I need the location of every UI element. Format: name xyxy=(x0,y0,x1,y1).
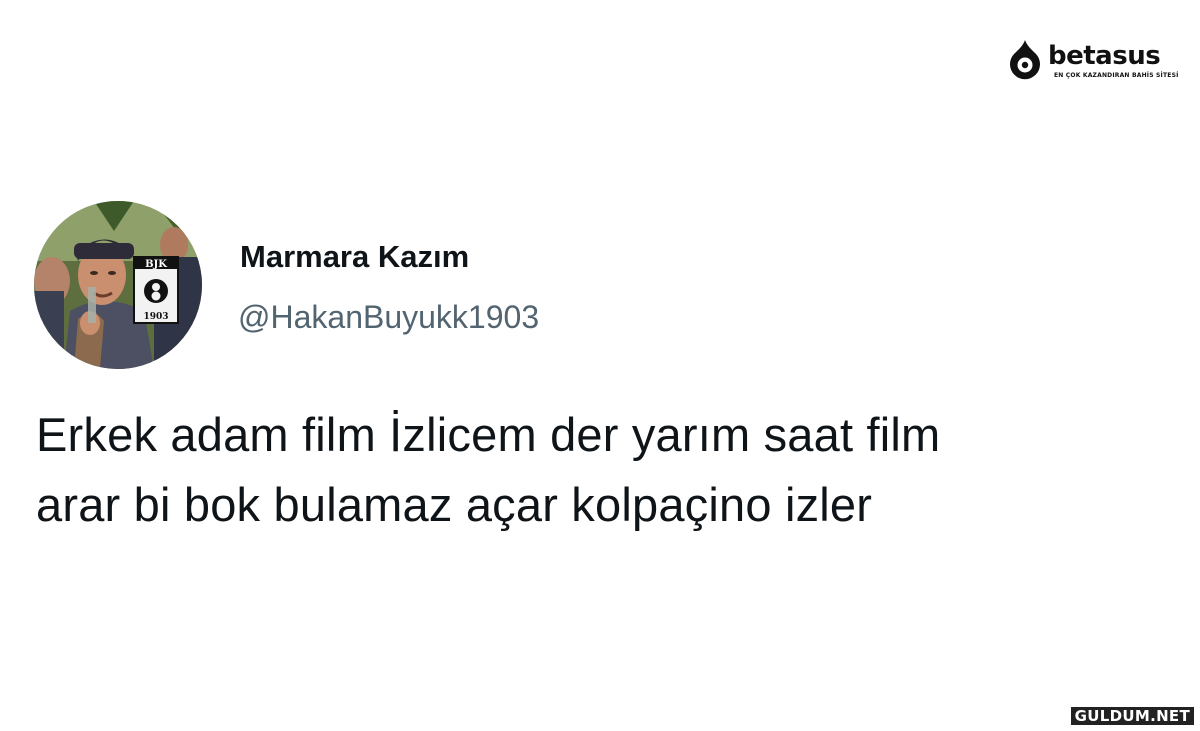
display-name[interactable]: Marmara Kazım xyxy=(240,237,469,277)
avatar-photo: BJK 1903 xyxy=(34,201,202,369)
avatar[interactable]: BJK 1903 xyxy=(34,201,202,369)
betasus-logo-icon xyxy=(1010,40,1040,80)
tweet-text-line: Erkek adam film İzlicem der yarım saat f… xyxy=(36,408,941,461)
site-watermark: GULDUM.NET xyxy=(1070,707,1194,725)
user-handle[interactable]: @HakanBuyukk1903 xyxy=(238,296,539,338)
badge-year-text: 1903 xyxy=(143,312,168,322)
tweet-text: Erkek adam film İzlicem der yarım saat f… xyxy=(36,400,1166,540)
tweet-screenshot: betasus EN ÇOK KAZANDIRAN BAHİS SİTESİ B… xyxy=(0,0,1200,731)
brand-name: betasus xyxy=(1048,41,1161,71)
tweet-text-line: arar bi bok bulamaz açar kolpaçino izler xyxy=(36,478,873,531)
brand-tagline: EN ÇOK KAZANDIRAN BAHİS SİTESİ xyxy=(1054,72,1179,79)
brand-logo: betasus EN ÇOK KAZANDIRAN BAHİS SİTESİ xyxy=(1008,36,1184,88)
badge-bjk-text: BJK xyxy=(145,259,167,270)
